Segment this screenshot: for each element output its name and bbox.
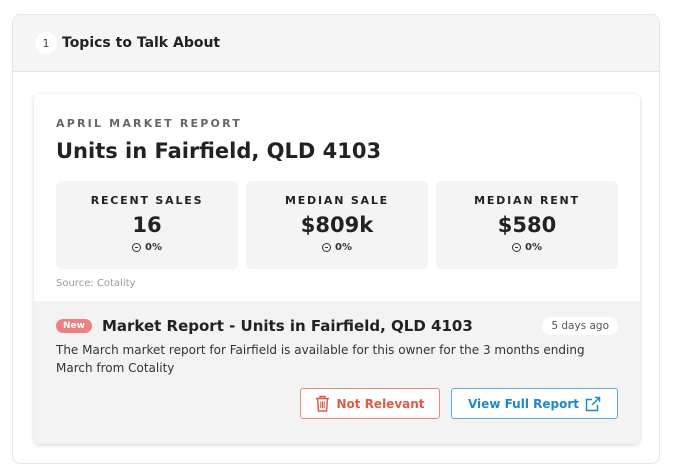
stat-change: 0% [436,242,618,253]
topics-header: 1 Topics to Talk About [13,15,659,72]
stat-value: 16 [132,213,162,237]
stat-median-sale: MEDIAN SALE $809k 0% [246,181,428,269]
trash-icon [316,395,330,412]
stat-label: MEDIAN SALE [285,194,389,207]
view-full-report-label: View Full Report [467,396,579,411]
section-title: Topics to Talk About [62,35,221,51]
stat-value: $809k [300,213,374,237]
notice-title: Market Report - Units in Fairfield, QLD … [101,317,473,335]
notice-section: New Market Report - Units in Fairfield, … [34,301,640,444]
report-title: Units in Fairfield, QLD 4103 [56,139,382,163]
topics-panel: 1 Topics to Talk About APRIL MARKET REPO… [12,14,660,464]
notice-description: The March market report for Fairfield is… [56,343,585,375]
minus-circle-icon [512,243,521,252]
report-label: APRIL MARKET REPORT [56,117,242,130]
source-text: Source: Cotality [56,278,136,289]
stat-label: MEDIAN RENT [474,194,580,207]
stat-change: 0% [56,242,238,253]
stat-median-rent: MEDIAN RENT $580 0% [436,181,618,269]
view-full-report-button[interactable]: View Full Report [451,388,618,419]
report-summary: APRIL MARKET REPORT Units in Fairfield, … [34,94,640,301]
stat-recent-sales: RECENT SALES 16 0% [56,181,238,269]
minus-circle-icon [322,243,331,252]
new-badge: New [56,319,92,333]
external-link-icon [585,396,601,411]
stat-label: RECENT SALES [90,194,204,207]
stat-change-value: 0% [335,242,352,253]
stat-value: $580 [497,213,557,237]
step-number: 1 [35,32,57,54]
stat-change-value: 0% [145,242,162,253]
stat-change-value: 0% [525,242,542,253]
minus-circle-icon [132,243,141,252]
not-relevant-button[interactable]: Not Relevant [300,388,440,419]
not-relevant-label: Not Relevant [336,396,425,411]
time-badge: 5 days ago [542,317,618,335]
notice-header: New Market Report - Units in Fairfield, … [56,317,618,335]
stats-row: RECENT SALES 16 0% MEDIAN SALE $809k 0% [56,181,618,269]
notice-actions: Not Relevant View Full Report [300,388,618,419]
market-report-card: APRIL MARKET REPORT Units in Fairfield, … [34,94,640,444]
stat-change: 0% [246,242,428,253]
